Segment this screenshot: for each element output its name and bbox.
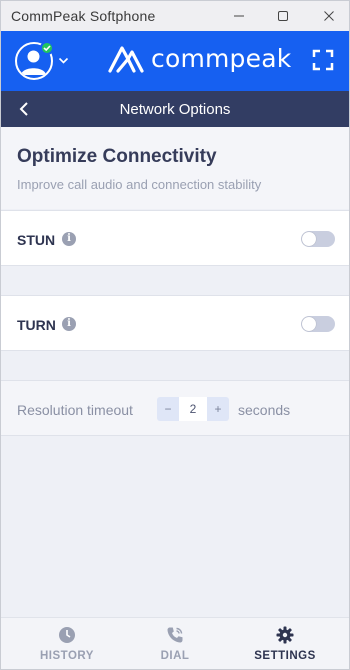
nav-settings-label: SETTINGS (254, 650, 316, 662)
section-subtitle: Improve call audio and connection stabil… (17, 177, 262, 192)
status-online-badge (40, 41, 54, 55)
commpeak-logo: commpeak (107, 44, 291, 74)
stun-toggle[interactable] (301, 231, 335, 247)
bottom-nav: HISTORY DIAL SETTINGS (1, 617, 349, 669)
resolution-timeout-label: Resolution timeout (17, 402, 133, 418)
resolution-timeout-row: Resolution timeout − 2 + seconds (1, 380, 349, 436)
check-icon (43, 45, 51, 52)
stun-row: STUN i (1, 210, 349, 266)
minimize-button[interactable] (215, 1, 263, 31)
title-bar: CommPeak Softphone (1, 1, 349, 31)
info-icon[interactable]: i (62, 317, 76, 331)
settings-content: Optimize Connectivity Improve call audio… (1, 127, 349, 617)
phone-icon (167, 627, 183, 643)
info-icon[interactable]: i (62, 232, 76, 246)
intro-section: Optimize Connectivity Improve call audio… (1, 127, 349, 209)
chevron-down-icon (58, 57, 69, 64)
page-header: Network Options (1, 91, 349, 127)
section-title: Optimize Connectivity (17, 146, 217, 167)
minimize-icon (234, 15, 244, 17)
turn-row: TURN i (1, 295, 349, 351)
decrement-button[interactable]: − (157, 397, 179, 421)
toggle-knob (302, 317, 316, 331)
close-button[interactable] (305, 1, 349, 31)
gear-icon (276, 626, 294, 644)
expand-button[interactable] (312, 49, 334, 76)
turn-label: TURN (17, 317, 56, 333)
turn-toggle[interactable] (301, 316, 335, 332)
stun-label: STUN (17, 232, 56, 248)
nav-dial-label: DIAL (160, 650, 190, 662)
clock-icon (59, 627, 75, 643)
user-menu-button[interactable] (15, 41, 71, 80)
brand-header: commpeak (1, 31, 349, 91)
nav-settings[interactable]: SETTINGS (227, 618, 343, 669)
window-title: CommPeak Softphone (11, 8, 156, 24)
commpeak-logo-icon (108, 46, 144, 73)
nav-dial[interactable]: DIAL (117, 618, 233, 669)
resolution-timeout-stepper: − 2 + (157, 397, 229, 421)
app-window: CommPeak Softphone commpeak Network Opti… (0, 0, 350, 670)
close-icon (324, 11, 334, 21)
toggle-knob (302, 232, 316, 246)
expand-icon (312, 49, 334, 71)
page-title: Network Options (119, 101, 231, 118)
resolution-timeout-unit: seconds (238, 402, 291, 418)
nav-history[interactable]: HISTORY (9, 618, 125, 669)
maximize-icon (278, 11, 288, 21)
increment-button[interactable]: + (207, 397, 229, 421)
nav-history-label: HISTORY (40, 650, 94, 662)
maximize-button[interactable] (259, 1, 307, 31)
resolution-timeout-input[interactable]: 2 (179, 397, 207, 421)
brand-name: commpeak (151, 43, 292, 73)
